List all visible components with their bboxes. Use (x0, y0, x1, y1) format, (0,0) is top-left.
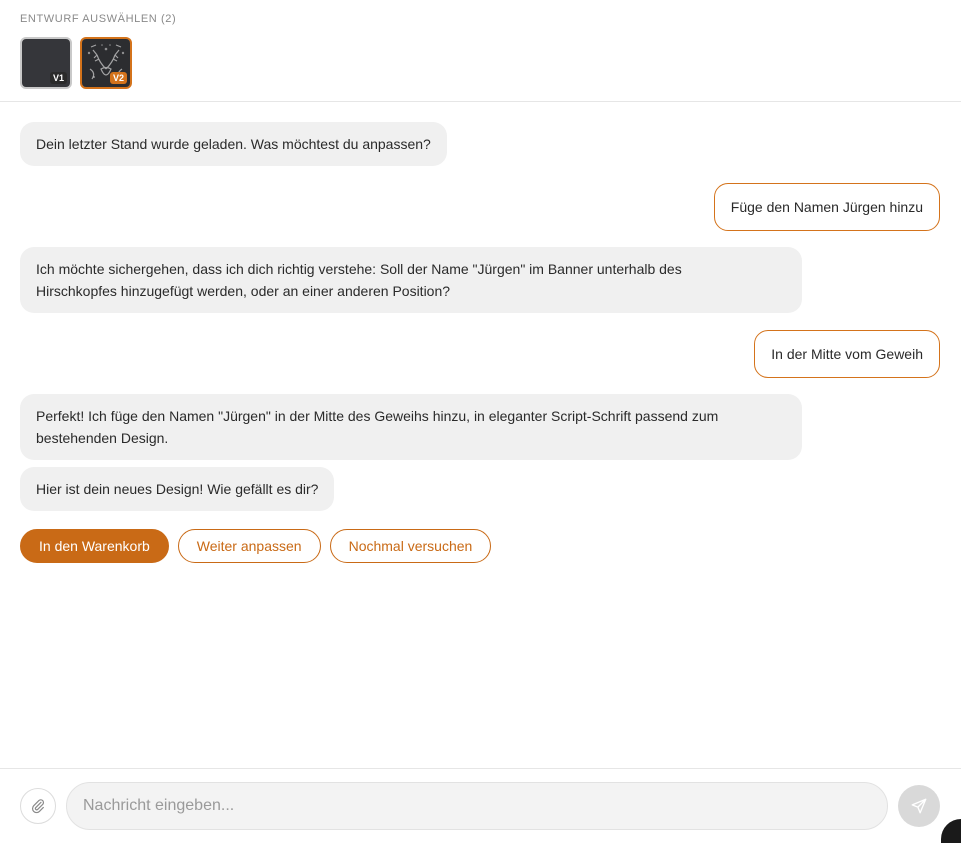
attach-button[interactable] (20, 788, 56, 824)
draft-thumbnails: V1 V2 (20, 37, 132, 89)
message-input-wrapper (66, 782, 888, 830)
bot-message: Hier ist dein neues Design! Wie gefällt … (20, 467, 335, 511)
draft-selector-header: ENTWURF AUSWÄHLEN (2) V1 V2 (0, 0, 961, 102)
add-to-cart-button[interactable]: In den Warenkorb (20, 529, 169, 563)
send-button[interactable] (898, 785, 940, 827)
draft-thumbnail-v2[interactable]: V2 (80, 37, 132, 89)
bot-message-line: bestehenden Design. (36, 430, 169, 446)
message-composer (0, 768, 961, 843)
bot-message-line: Perfekt! Ich füge den Namen "Jürgen" in … (36, 408, 719, 424)
bot-message: Ich möchte sichergehen, dass ich dich ri… (20, 247, 802, 313)
draft-section-label: ENTWURF AUSWÄHLEN (2) (20, 13, 177, 25)
draft-badge-v2: V2 (109, 72, 127, 84)
paperclip-icon (31, 799, 45, 814)
chat-messages: Dein letzter Stand wurde geladen. Was mö… (0, 102, 961, 768)
bot-message-line: Hirschkopfes hinzugefügt werden, oder an… (36, 283, 451, 299)
retry-button[interactable]: Nochmal versuchen (329, 529, 492, 563)
bot-message: Dein letzter Stand wurde geladen. Was mö… (20, 122, 447, 166)
user-message: Füge den Namen Jürgen hinzu (713, 183, 940, 231)
message-input[interactable] (67, 783, 887, 829)
user-message: In der Mitte vom Geweih (754, 330, 940, 378)
draft-thumbnail-v1[interactable]: V1 (20, 37, 72, 89)
send-icon (911, 798, 927, 814)
bot-message: Perfekt! Ich füge den Namen "Jürgen" in … (20, 394, 802, 460)
draft-badge-v1: V1 (49, 72, 67, 84)
continue-edit-button[interactable]: Weiter anpassen (177, 529, 321, 563)
quick-actions: In den Warenkorb Weiter anpassen Nochmal… (20, 529, 492, 563)
bot-message-line: Ich möchte sichergehen, dass ich dich ri… (36, 261, 682, 277)
